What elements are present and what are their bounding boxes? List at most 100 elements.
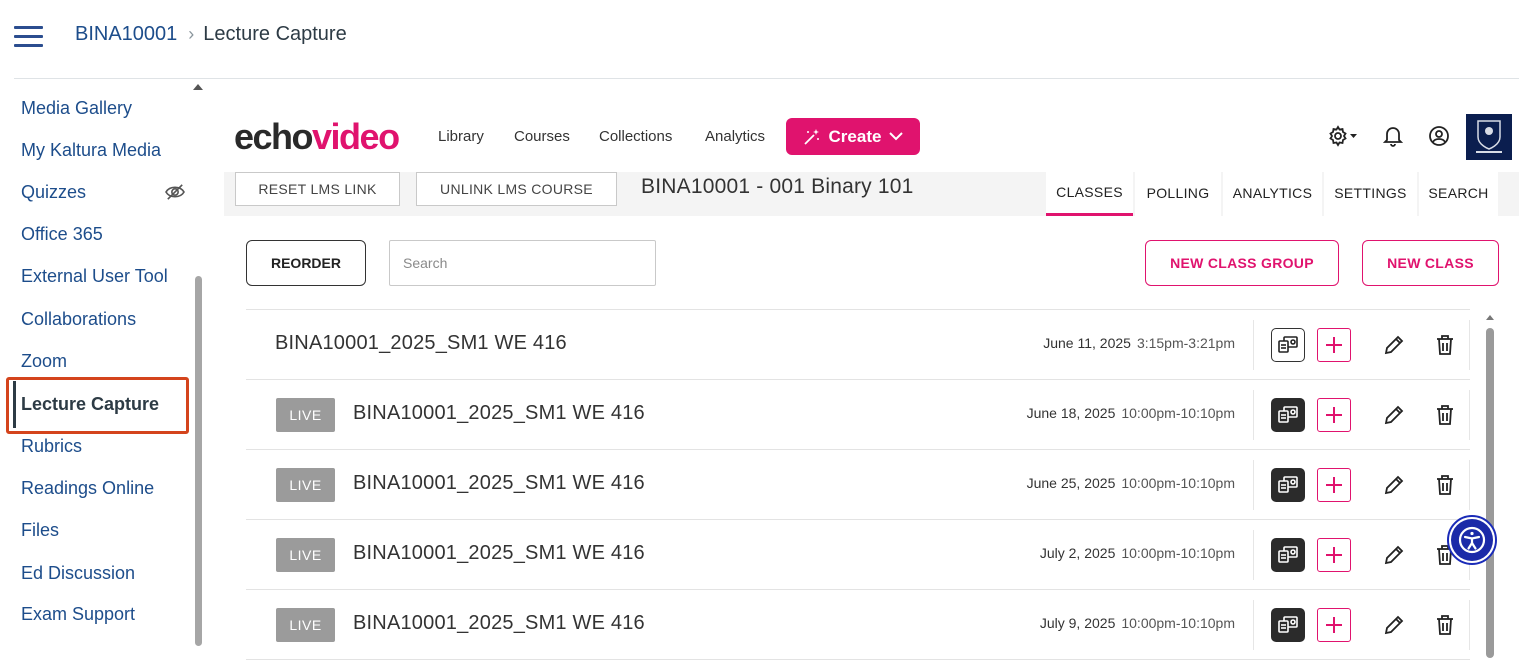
active-item-indicator <box>13 381 16 428</box>
plus-icon <box>1326 407 1342 423</box>
pencil-icon <box>1384 615 1404 635</box>
tab-analytics[interactable]: ANALYTICS <box>1223 170 1322 216</box>
class-time: 10:00pm-10:10pm <box>1121 475 1235 491</box>
new-class-button[interactable]: NEW CLASS <box>1362 240 1499 286</box>
capture-settings-button[interactable] <box>1271 398 1305 432</box>
nav-item-lecture-capture[interactable]: Lecture Capture <box>21 394 159 415</box>
breadcrumb-separator: › <box>188 24 195 44</box>
class-schedule: June 25, 2025 10:00pm-10:10pm <box>1027 475 1235 491</box>
list-scroll-up-arrow[interactable] <box>1486 315 1494 320</box>
nav-scroll-up-arrow[interactable] <box>193 84 203 90</box>
class-row[interactable]: LIVE BINA10001_2025_SM1 WE 416 July 2, 2… <box>246 520 1470 590</box>
tab-settings[interactable]: SETTINGS <box>1324 170 1417 216</box>
nav-item-zoom[interactable]: Zoom <box>21 351 67 372</box>
capture-device-icon <box>1278 336 1298 353</box>
capture-settings-button[interactable] <box>1271 608 1305 642</box>
chevron-down-icon <box>889 132 904 141</box>
edit-class-button[interactable] <box>1377 328 1411 362</box>
new-class-group-button[interactable]: NEW CLASS GROUP <box>1145 240 1339 286</box>
class-time: 10:00pm-10:10pm <box>1121 615 1235 631</box>
capture-device-icon <box>1278 616 1298 633</box>
capture-settings-button[interactable] <box>1271 328 1305 362</box>
delete-class-button[interactable] <box>1428 328 1462 362</box>
nav-item-my-kaltura-media[interactable]: My Kaltura Media <box>21 140 161 161</box>
unlink-lms-course-button[interactable]: UNLINK LMS COURSE <box>416 172 617 206</box>
edit-class-button[interactable] <box>1377 398 1411 432</box>
add-media-button[interactable] <box>1317 328 1351 362</box>
live-badge: LIVE <box>276 538 335 572</box>
class-schedule: July 2, 2025 10:00pm-10:10pm <box>1040 545 1235 561</box>
edit-class-button[interactable] <box>1377 468 1411 502</box>
nav-scrollbar-thumb[interactable] <box>195 276 202 646</box>
nav-item-rubrics[interactable]: Rubrics <box>21 436 82 457</box>
reorder-button[interactable]: REORDER <box>246 240 366 286</box>
add-media-button[interactable] <box>1317 608 1351 642</box>
nav-courses[interactable]: Courses <box>514 128 570 145</box>
tab-polling[interactable]: POLLING <box>1135 170 1221 216</box>
nav-item-external-user-tool[interactable]: External User Tool <box>21 266 168 287</box>
course-navigation: Media Gallery My Kaltura Media Quizzes O… <box>0 80 210 646</box>
notifications-button[interactable] <box>1382 125 1404 152</box>
eye-slash-icon <box>165 184 185 200</box>
edit-class-button[interactable] <box>1377 608 1411 642</box>
bell-icon <box>1382 127 1404 147</box>
accessibility-icon <box>1458 526 1486 554</box>
nav-item-exam-support[interactable]: Exam Support <box>21 604 135 625</box>
class-row[interactable]: LIVE BINA10001_2025_SM1 WE 416 July 9, 2… <box>246 590 1470 660</box>
accessibility-icon-bg <box>1451 519 1493 561</box>
create-button[interactable]: Create <box>786 118 920 155</box>
nav-item-files[interactable]: Files <box>21 520 59 541</box>
magic-wand-icon <box>803 128 819 145</box>
class-date: July 9, 2025 <box>1039 615 1116 631</box>
settings-menu-button[interactable] <box>1328 125 1358 152</box>
classes-toolbar: REORDER NEW CLASS GROUP NEW CLASS <box>224 216 1519 306</box>
nav-analytics[interactable]: Analytics <box>705 128 765 145</box>
capture-device-icon <box>1278 476 1298 493</box>
row-divider <box>1253 390 1254 440</box>
delete-class-button[interactable] <box>1428 398 1462 432</box>
add-media-button[interactable] <box>1317 398 1351 432</box>
class-row[interactable]: BINA10001_2025_SM1 WE 416 June 11, 2025 3… <box>246 310 1470 380</box>
pencil-icon <box>1384 405 1404 425</box>
nav-item-office-365[interactable]: Office 365 <box>21 224 103 245</box>
delete-class-button[interactable] <box>1428 468 1462 502</box>
nav-item-quizzes[interactable]: Quizzes <box>21 182 191 203</box>
nav-library[interactable]: Library <box>438 128 484 145</box>
trash-icon <box>1437 335 1453 355</box>
tab-search[interactable]: SEARCH <box>1419 170 1498 216</box>
edit-class-button[interactable] <box>1377 538 1411 572</box>
nav-item-readings-online[interactable]: Readings Online <box>21 478 154 499</box>
user-profile-button[interactable] <box>1428 125 1450 152</box>
nav-item-collaborations[interactable]: Collaborations <box>21 309 136 330</box>
class-time: 10:00pm-10:10pm <box>1121 405 1235 421</box>
live-badge: LIVE <box>276 398 335 432</box>
capture-settings-button[interactable] <box>1271 538 1305 572</box>
breadcrumb-current: Lecture Capture <box>203 23 347 45</box>
nav-collections[interactable]: Collections <box>599 128 672 145</box>
live-badge: LIVE <box>276 608 335 642</box>
echovideo-logo[interactable]: echovideo <box>234 116 400 158</box>
class-name: BINA10001_2025_SM1 WE 416 <box>353 472 645 494</box>
nav-item-ed-discussion[interactable]: Ed Discussion <box>21 563 135 584</box>
delete-class-button[interactable] <box>1428 608 1462 642</box>
nav-item-media-gallery[interactable]: Media Gallery <box>21 98 132 119</box>
create-label: Create <box>828 126 882 146</box>
search-input[interactable] <box>389 240 656 286</box>
class-row[interactable]: LIVE BINA10001_2025_SM1 WE 416 June 18, … <box>246 380 1470 450</box>
breadcrumb-course-link[interactable]: BINA10001 <box>75 23 177 46</box>
capture-settings-button[interactable] <box>1271 468 1305 502</box>
university-crest-icon <box>1476 120 1502 153</box>
add-media-button[interactable] <box>1317 468 1351 502</box>
add-media-button[interactable] <box>1317 538 1351 572</box>
tab-classes[interactable]: CLASSES <box>1046 170 1133 216</box>
plus-icon <box>1326 337 1342 353</box>
reset-lms-link-button[interactable]: RESET LMS LINK <box>235 172 400 206</box>
row-divider <box>1469 320 1470 370</box>
user-circle-icon <box>1429 126 1449 146</box>
hamburger-menu-icon[interactable] <box>14 26 43 48</box>
row-divider <box>1253 530 1254 580</box>
class-row[interactable]: LIVE BINA10001_2025_SM1 WE 416 June 25, … <box>246 450 1470 520</box>
accessibility-button[interactable] <box>1447 515 1497 565</box>
list-scrollbar-thumb[interactable] <box>1486 328 1494 658</box>
trash-icon <box>1437 615 1453 635</box>
